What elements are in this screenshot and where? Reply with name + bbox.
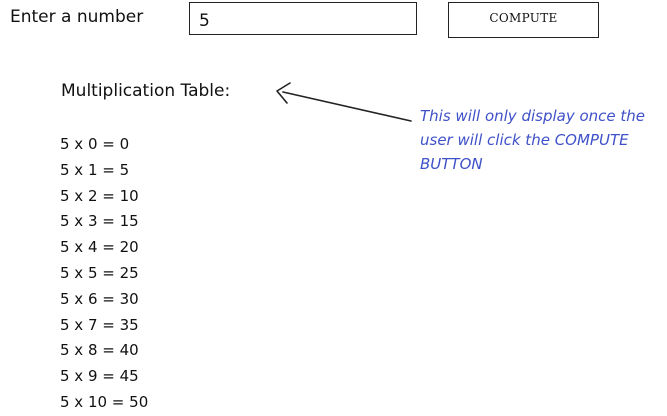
table-row: 5 x 4 = 20: [60, 238, 139, 257]
compute-button[interactable]: COMPUTE: [448, 2, 599, 38]
table-row: 5 x 0 = 0: [60, 135, 130, 153]
table-row: 5 x 8 = 40: [60, 341, 139, 360]
table-row: 5 x 7 = 35: [60, 315, 139, 334]
multiplication-table: 5 x 0 = 0 5 x 1 = 5 5 x 2 = 10 5 x 3 = 1…: [60, 132, 148, 416]
multiplication-table-heading: Multiplication Table:: [61, 81, 231, 101]
table-row: 5 x 1 = 5: [60, 160, 130, 179]
table-row: 5 x 2 = 10: [60, 186, 139, 205]
table-row: 5 x 3 = 15: [60, 212, 139, 231]
table-row: 5 x 10 = 50: [60, 392, 149, 411]
annotation-note: This will only display once the user wil…: [420, 107, 646, 173]
table-row: 5 x 5 = 25: [60, 263, 139, 282]
number-input[interactable]: [189, 2, 417, 35]
number-input-label: Enter a number: [10, 7, 144, 27]
table-row: 5 x 9 = 45: [60, 367, 139, 386]
table-row: 5 x 6 = 30: [60, 289, 139, 308]
